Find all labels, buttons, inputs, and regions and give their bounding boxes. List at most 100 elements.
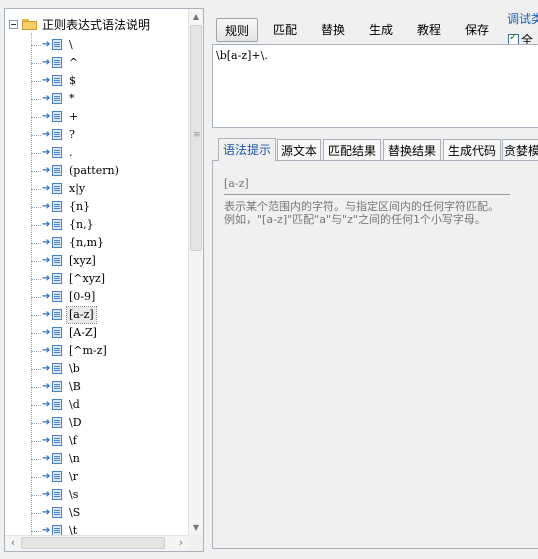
syntax-item-icon: ➔ (42, 165, 64, 177)
syntax-tree-panel[interactable]: 正则表达式语法说明 ➔ \ ➔ ^ ➔ $ ➔ * ➔ + ➔? ➔. ➔ (pattern) ➔ x|y ➔{… (4, 8, 204, 552)
tree-item-label: $ (69, 74, 76, 87)
hint-divider (224, 194, 510, 195)
tree-item[interactable]: ➔ [^m-z] (5, 342, 189, 360)
tree-vertical-scrollbar[interactable]: ▲ ▼ (188, 9, 203, 536)
syntax-item-icon: ➔ (42, 453, 64, 465)
hscroll-thumb[interactable] (21, 537, 165, 549)
tree-item-label: {n,} (69, 218, 94, 231)
tree-item[interactable]: ➔ \b (5, 360, 189, 378)
tree-item-label: ? (69, 128, 75, 141)
tree-list: ➔ \ ➔ ^ ➔ $ ➔ * ➔ + ➔? ➔. ➔ (pattern) ➔ x|y ➔ {n} ➔ {n,} ➔ {n… (5, 36, 189, 540)
tree-connector (31, 315, 41, 316)
tree-item[interactable]: ➔ \S (5, 504, 189, 522)
tree-item-label: x|y (69, 182, 86, 195)
tree-item[interactable]: ➔ x|y (5, 180, 189, 198)
tree-item-label: \B (69, 380, 81, 393)
scroll-left-icon[interactable]: ‹ (5, 536, 21, 551)
tree-connector (31, 63, 41, 64)
tree-item[interactable]: ➔ \B (5, 378, 189, 396)
tree-item[interactable]: ➔ * (5, 90, 189, 108)
tree-item-label: \s (69, 488, 79, 501)
tree-connector (31, 153, 41, 154)
tree-connector (31, 135, 41, 136)
tree-item[interactable]: ➔ [A-Z] (5, 324, 189, 342)
tree-item[interactable]: ➔ [xyz] (5, 252, 189, 270)
tree-root[interactable]: 正则表达式语法说明 (9, 15, 150, 33)
syntax-item-icon: ➔ (42, 363, 64, 375)
save-button[interactable]: 保存 (456, 18, 498, 42)
debug-class-label: 调试类 (507, 12, 538, 26)
tree-connector (31, 495, 41, 496)
syntax-item-icon: ➔ (42, 291, 64, 303)
tree-connector (31, 99, 41, 100)
tree-item-label: [^xyz] (69, 272, 106, 285)
syntax-item-icon: ➔ (42, 489, 64, 501)
tree-item[interactable]: ➔ {n,} (5, 216, 189, 234)
scroll-right-icon[interactable]: › (173, 536, 189, 551)
syntax-item-icon: ➔ (42, 417, 64, 429)
syntax-item-icon: ➔ (42, 381, 64, 393)
syntax-item-icon: ➔ (42, 219, 64, 231)
tree-item[interactable]: ➔ \D (5, 414, 189, 432)
tree-connector (31, 459, 41, 460)
syntax-item-icon: ➔ (42, 39, 64, 51)
tree-item-label: * (69, 92, 75, 105)
tree-connector (31, 279, 41, 280)
tab-generate-code[interactable]: 生成代码 (443, 139, 501, 161)
tutorial-button[interactable]: 教程 (408, 18, 450, 42)
tree-item-label: \d (69, 398, 80, 411)
tab-source-text[interactable]: 源文本 (277, 139, 321, 161)
tree-item-label: ^ (69, 56, 79, 69)
tree-item[interactable]: ➔ \r (5, 468, 189, 486)
tree-item[interactable]: ➔ (pattern) (5, 162, 189, 180)
tab-greedy-mode[interactable]: 贪婪模 (502, 139, 538, 161)
rule-button[interactable]: 规则 (216, 18, 258, 42)
tree-item[interactable]: ➔ \f (5, 432, 189, 450)
tree-item[interactable]: ➔ \s (5, 486, 189, 504)
tab-syntax-hint[interactable]: 语法提示 (218, 138, 276, 161)
collapse-icon[interactable] (9, 19, 18, 29)
panel-splitter[interactable] (205, 8, 210, 552)
tree-item[interactable]: ➔ {n} (5, 198, 189, 216)
tree-connector (31, 405, 41, 406)
scroll-thumb[interactable] (190, 25, 202, 251)
tree-item-label: \r (69, 470, 78, 483)
tree-item[interactable]: ➔ [^xyz] (5, 270, 189, 288)
hint-title: [a-z] (224, 177, 249, 190)
tree-item[interactable]: ➔ \ (5, 36, 189, 54)
syntax-item-icon: ➔ (42, 129, 64, 141)
syntax-item-icon: ➔ (42, 471, 64, 483)
tree-item[interactable]: ➔ ^ (5, 54, 189, 72)
tree-item[interactable]: ➔? (5, 126, 189, 144)
regex-input[interactable]: \b[a-z]+\. (212, 44, 538, 128)
tree-item[interactable]: ➔ + (5, 108, 189, 126)
scroll-down-icon[interactable]: ▼ (189, 520, 203, 536)
syntax-item-icon: ➔ (42, 93, 64, 105)
tree-item[interactable]: ➔ \n (5, 450, 189, 468)
tree-item[interactable]: ➔ [a-z] (5, 306, 189, 324)
syntax-item-icon: ➔ (42, 237, 64, 249)
tree-item[interactable]: ➔. (5, 144, 189, 162)
syntax-item-icon: ➔ (42, 57, 64, 69)
syntax-item-icon: ➔ (42, 273, 64, 285)
tree-item[interactable]: ➔ {n,m} (5, 234, 189, 252)
tree-item-label: [^m-z] (69, 344, 107, 357)
tree-connector (31, 387, 41, 388)
tree-root-label: 正则表达式语法说明 (42, 17, 151, 32)
replace-button[interactable]: 替换 (312, 18, 354, 42)
tree-item-label: [a-z] (66, 306, 97, 324)
tree-horizontal-scrollbar[interactable]: ‹ › (5, 535, 189, 551)
tab-match-result[interactable]: 匹配结果 (323, 139, 381, 161)
tree-item[interactable]: ➔ $ (5, 72, 189, 90)
tree-item-label: . (69, 146, 73, 159)
tree-item-label: \ (69, 38, 73, 51)
match-button[interactable]: 匹配 (264, 18, 306, 42)
tree-item[interactable]: ➔ \d (5, 396, 189, 414)
generate-button[interactable]: 生成 (360, 18, 402, 42)
scroll-up-icon[interactable]: ▲ (189, 9, 203, 25)
tree-connector (31, 117, 41, 118)
hint-line: 例如，"[a-z]"匹配"a"与"z"之间的任何1个小写字母。 (224, 213, 486, 226)
tree-item-label: \n (69, 452, 80, 465)
tree-item[interactable]: ➔ [0-9] (5, 288, 189, 306)
tab-replace-result[interactable]: 替换结果 (383, 139, 441, 161)
